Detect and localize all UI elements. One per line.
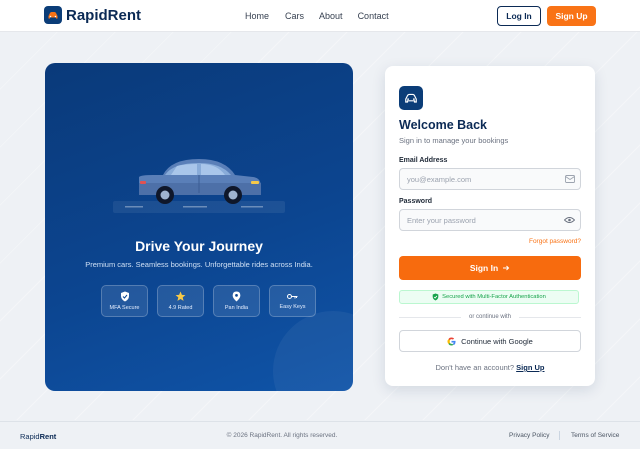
map-pin-icon (232, 291, 241, 302)
star-icon (175, 291, 186, 301)
login-title: Welcome Back (399, 118, 488, 132)
hero-title: Drive Your Journey (135, 238, 263, 254)
email-input[interactable] (399, 168, 581, 190)
footer-separator (559, 431, 560, 440)
login-subtitle: Sign in to manage your bookings (399, 136, 509, 145)
privacy-policy-link[interactable]: Privacy Policy (509, 432, 549, 439)
google-icon (447, 336, 456, 346)
nav-contact[interactable]: Contact (358, 11, 389, 21)
signup-button[interactable]: Sign Up (547, 6, 596, 26)
nav-home[interactable]: Home (245, 11, 269, 21)
brand-logo[interactable]: RapidRent (44, 6, 141, 24)
password-label: Password (399, 198, 433, 205)
decorative-circle (273, 311, 353, 391)
badge-mfa: MFA Secure (101, 285, 148, 317)
footer-copyright: © 2026 RapidRent. All rights reserved. (226, 432, 338, 439)
car-illustration (113, 159, 285, 213)
forgot-password-link[interactable]: Forgot password? (529, 238, 581, 245)
car-badge-icon (399, 86, 423, 110)
badge-easy-keys: Easy Keys (269, 285, 316, 317)
arrow-right-icon (503, 265, 510, 271)
sign-in-button[interactable]: Sign In (399, 256, 581, 280)
email-label: Email Address (399, 157, 448, 164)
login-card: Welcome Back Sign in to manage your book… (385, 66, 595, 386)
site-footer: RapidRent © 2026 RapidRent. All rights r… (0, 421, 640, 449)
login-button[interactable]: Log In (497, 6, 541, 26)
feature-badges: MFA Secure 4.9 Rated Pan India Easy Keys (101, 285, 316, 317)
eye-icon[interactable] (564, 215, 575, 225)
password-input[interactable] (399, 209, 581, 231)
signup-link[interactable]: Sign Up (516, 363, 544, 372)
badge-rating: 4.9 Rated (157, 285, 204, 317)
car-logo-icon (44, 6, 62, 24)
mfa-notice: Secured with Multi-Factor Authentication (399, 290, 579, 304)
terms-of-service-link[interactable]: Terms of Service (571, 432, 619, 439)
nav-about[interactable]: About (319, 11, 343, 21)
site-header: RapidRent Home Cars About Contact Log In… (0, 0, 640, 32)
nav-cars[interactable]: Cars (285, 11, 304, 21)
sign-in-label: Sign In (469, 263, 499, 273)
divider-right (519, 317, 581, 318)
hero-subtitle: Premium cars. Seamless bookings. Unforge… (85, 260, 313, 269)
google-signin-button[interactable]: Continue with Google (399, 330, 581, 352)
shield-check-icon (120, 291, 129, 302)
brand-name: RapidRent (66, 6, 141, 24)
main-nav: Home Cars About Contact (245, 11, 389, 21)
hero-panel: Drive Your Journey Premium cars. Seamles… (45, 63, 353, 391)
shield-check-icon (432, 293, 439, 301)
signup-prompt: Don't have an account? Sign Up (435, 363, 545, 372)
badge-pan-india: Pan India (213, 285, 260, 317)
key-icon (287, 294, 298, 299)
mail-icon (565, 175, 575, 183)
